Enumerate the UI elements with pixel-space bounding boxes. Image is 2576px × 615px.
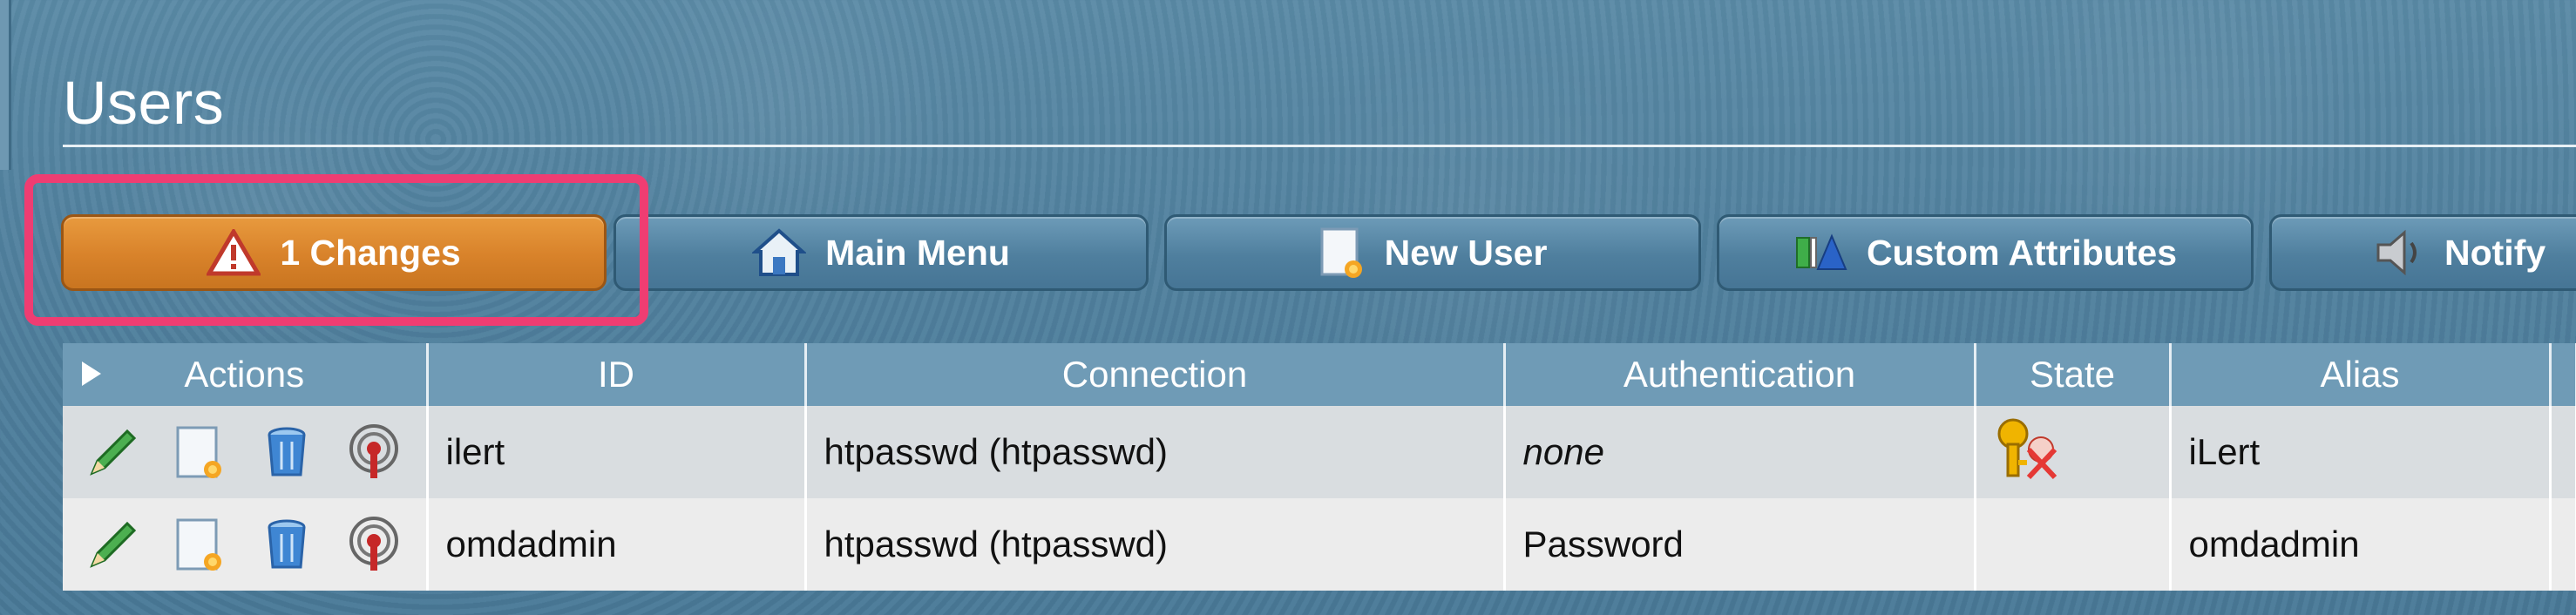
- column-header-overflow: [2550, 343, 2576, 406]
- connection-cell: htpasswd (htpasswd): [805, 498, 1506, 591]
- attributes-icon: [1793, 233, 1847, 273]
- alias-cell: omdadmin: [2170, 498, 2552, 591]
- overflow-cell: [2550, 406, 2576, 498]
- authentication-cell: Password: [1504, 498, 1976, 591]
- overflow-cell: [2550, 498, 2576, 591]
- page-title: Users: [63, 69, 225, 137]
- table-row: omdadmin htpasswd (htpasswd) Password om…: [63, 498, 2576, 591]
- column-header-state[interactable]: State: [1975, 343, 2172, 406]
- user-id-cell: omdadmin: [427, 498, 807, 591]
- clone-document-icon[interactable]: [173, 424, 228, 480]
- notify-button[interactable]: Notify: [2269, 214, 2576, 291]
- state-cell: [1975, 406, 2172, 498]
- table-header-row: Actions ID Connection Authentication Sta…: [63, 343, 2576, 406]
- alias-cell: iLert: [2170, 406, 2552, 498]
- column-header-connection[interactable]: Connection: [805, 343, 1506, 406]
- custom-attributes-button-label: Custom Attributes: [1866, 232, 2178, 273]
- new-user-button-label: New User: [1384, 232, 1548, 273]
- left-panel-edge: [0, 0, 11, 170]
- home-icon: [752, 227, 807, 278]
- notification-signal-icon[interactable]: [346, 517, 402, 572]
- connection-cell: htpasswd (htpasswd): [805, 406, 1506, 498]
- users-table: Actions ID Connection Authentication Sta…: [63, 343, 2576, 591]
- title-divider: [63, 145, 2576, 147]
- table-row: ilert htpasswd (htpasswd) none iLert: [63, 406, 2576, 498]
- row-actions: [63, 498, 429, 591]
- column-header-alias[interactable]: Alias: [2170, 343, 2552, 406]
- new-user-button[interactable]: New User: [1164, 214, 1701, 291]
- speaker-icon: [2373, 229, 2425, 276]
- column-header-id[interactable]: ID: [427, 343, 807, 406]
- column-header-authentication[interactable]: Authentication: [1504, 343, 1976, 406]
- edit-pencil-icon[interactable]: [85, 517, 141, 572]
- main-menu-button[interactable]: Main Menu: [613, 214, 1149, 291]
- main-menu-button-label: Main Menu: [825, 232, 1010, 273]
- column-header-actions: Actions: [63, 343, 429, 406]
- changes-highlight-frame: [24, 174, 648, 326]
- new-document-icon: [1319, 226, 1366, 280]
- clone-document-icon[interactable]: [173, 517, 228, 572]
- row-actions: [63, 406, 429, 498]
- delete-trash-icon[interactable]: [259, 517, 315, 572]
- custom-attributes-button[interactable]: Custom Attributes: [1717, 214, 2254, 291]
- state-cell: [1975, 498, 2172, 591]
- expand-toggle-icon[interactable]: [82, 362, 101, 386]
- locked-key-icon: [1994, 415, 2064, 490]
- notification-signal-icon[interactable]: [346, 424, 402, 480]
- authentication-cell: none: [1504, 406, 1976, 498]
- edit-pencil-icon[interactable]: [85, 424, 141, 480]
- notify-button-label: Notify: [2444, 232, 2546, 273]
- delete-trash-icon[interactable]: [259, 424, 315, 480]
- user-id-cell: ilert: [427, 406, 807, 498]
